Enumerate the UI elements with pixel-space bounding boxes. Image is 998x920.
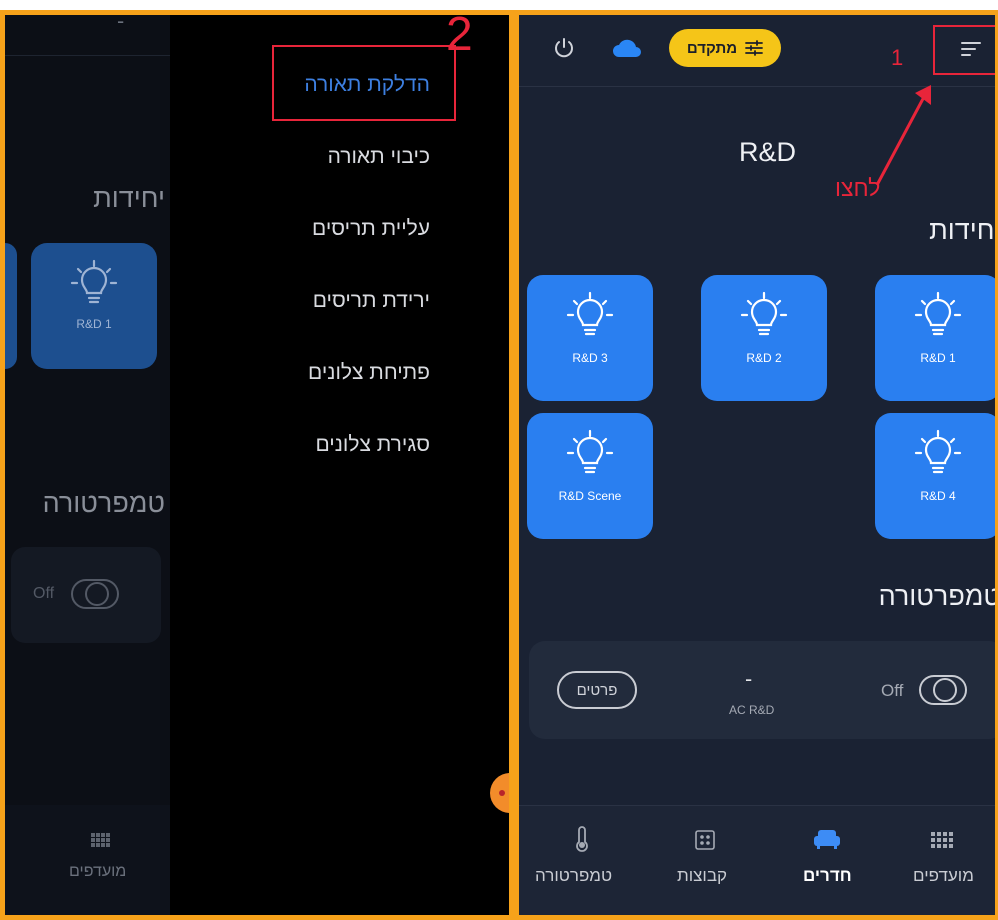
- sliders-icon: [745, 40, 764, 56]
- dimmed-ac-card: Off: [11, 547, 161, 643]
- unit-tile-label: R&D Scene: [558, 489, 622, 503]
- left-screenshot: - יחידות R&D 1 טמפרטורה Off מועדפים הדלק…: [0, 10, 514, 920]
- unit-tile-rd1[interactable]: R&D 1: [875, 275, 995, 401]
- lightbulb-icon: [914, 429, 962, 474]
- lightbulb-icon: [914, 291, 962, 336]
- menu-icon[interactable]: [961, 41, 981, 57]
- details-button[interactable]: פרטים: [557, 671, 637, 709]
- dimmed-toggle: [71, 579, 119, 609]
- lightbulb-icon: [70, 259, 118, 304]
- ac-power-toggle[interactable]: [919, 675, 967, 705]
- dimmed-bottom-nav: מועדפים: [5, 805, 170, 915]
- nav-temperature[interactable]: טמפרטורה: [527, 806, 639, 915]
- dimmed-units-title: יחידות: [93, 183, 165, 213]
- group-box-icon: [695, 830, 715, 850]
- cloud-icon[interactable]: [611, 37, 643, 59]
- dimmed-app: - יחידות R&D 1 טמפרטורה Off מועדפים: [5, 15, 170, 915]
- units-title: יחידות: [929, 215, 998, 245]
- annotation-box-2: [272, 45, 456, 121]
- nav-groups[interactable]: קבוצות: [659, 806, 751, 915]
- lightbulb-icon: [566, 429, 614, 474]
- unit-tile-label: R&D 4: [920, 489, 956, 503]
- unit-tile-label: R&D 1: [920, 351, 956, 365]
- bottom-nav: מועדפים חדרים קבוצות טמפרטורה: [519, 805, 995, 915]
- ac-card: פרטים - AC R&D Off: [529, 641, 995, 739]
- menu-item-blinds-open[interactable]: פתיחת צלונים: [308, 361, 430, 385]
- menu-item-shutters-down[interactable]: ירידת תריסים: [313, 289, 430, 313]
- dimmed-toggle-label: Off: [33, 585, 55, 602]
- ac-name: AC R&D: [729, 703, 775, 717]
- page-title: R&D: [739, 137, 797, 167]
- ac-toggle-label: Off: [881, 681, 904, 700]
- menu-item-blinds-close[interactable]: סגירת צלונים: [315, 433, 430, 457]
- dimmed-tile-partial: [5, 243, 17, 369]
- unit-tile-label: R&D 2: [746, 351, 782, 365]
- thermometer-icon: [576, 826, 588, 852]
- dimmed-title-dash: -: [117, 10, 125, 33]
- menu-item-shutters-up[interactable]: עליית תריסים: [312, 217, 430, 241]
- nav-temperature-label: טמפרטורה: [535, 866, 613, 885]
- unit-tile-rd3[interactable]: R&D 3: [527, 275, 653, 401]
- dimmed-nav-label: מועדפים: [69, 863, 127, 880]
- nav-rooms-label: חדרים: [803, 866, 852, 885]
- menu-item-lights-off[interactable]: כיבוי תאורה: [328, 145, 430, 169]
- ac-value: -: [745, 667, 753, 691]
- lightbulb-icon: [740, 291, 788, 336]
- nav-favorites-label: מועדפים: [913, 866, 974, 885]
- nav-favorites[interactable]: מועדפים: [903, 806, 995, 915]
- advanced-button[interactable]: מתקדם: [669, 29, 781, 67]
- nav-rooms[interactable]: חדרים: [781, 806, 873, 915]
- actions-drawer: הדלקת תאורה 2 כיבוי תאורה עליית תריסים י…: [170, 15, 509, 915]
- annotation-number-1: 1: [891, 45, 904, 70]
- unit-tile-rd4[interactable]: R&D 4: [875, 413, 995, 539]
- temperature-title: טמפרטורה: [878, 581, 998, 611]
- dimmed-temperature-title: טמפרטורה: [42, 488, 165, 518]
- annotation-number-2: 2: [446, 10, 473, 61]
- dimmed-tile-label: R&D 1: [76, 317, 112, 331]
- power-icon[interactable]: [553, 37, 575, 59]
- sofa-icon: [814, 830, 840, 849]
- unit-tile-rd-scene[interactable]: R&D Scene: [527, 413, 653, 539]
- advanced-label: מתקדם: [686, 39, 738, 57]
- unit-tile-rd2[interactable]: R&D 2: [701, 275, 827, 401]
- annotation-text: לחצו: [835, 175, 881, 201]
- dimmed-tile: R&D 1: [31, 243, 157, 369]
- unit-tile-label: R&D 3: [572, 351, 608, 365]
- grid-icon: [931, 832, 953, 848]
- grid-icon: [91, 833, 110, 847]
- right-screenshot: מתקדם 1 לחצו R&D יחידות R&D 1 R&D 2 R&D …: [514, 10, 998, 920]
- details-button-label: פרטים: [576, 681, 618, 699]
- floating-button-partial[interactable]: [490, 773, 509, 813]
- nav-groups-label: קבוצות: [677, 866, 728, 885]
- lightbulb-icon: [566, 291, 614, 336]
